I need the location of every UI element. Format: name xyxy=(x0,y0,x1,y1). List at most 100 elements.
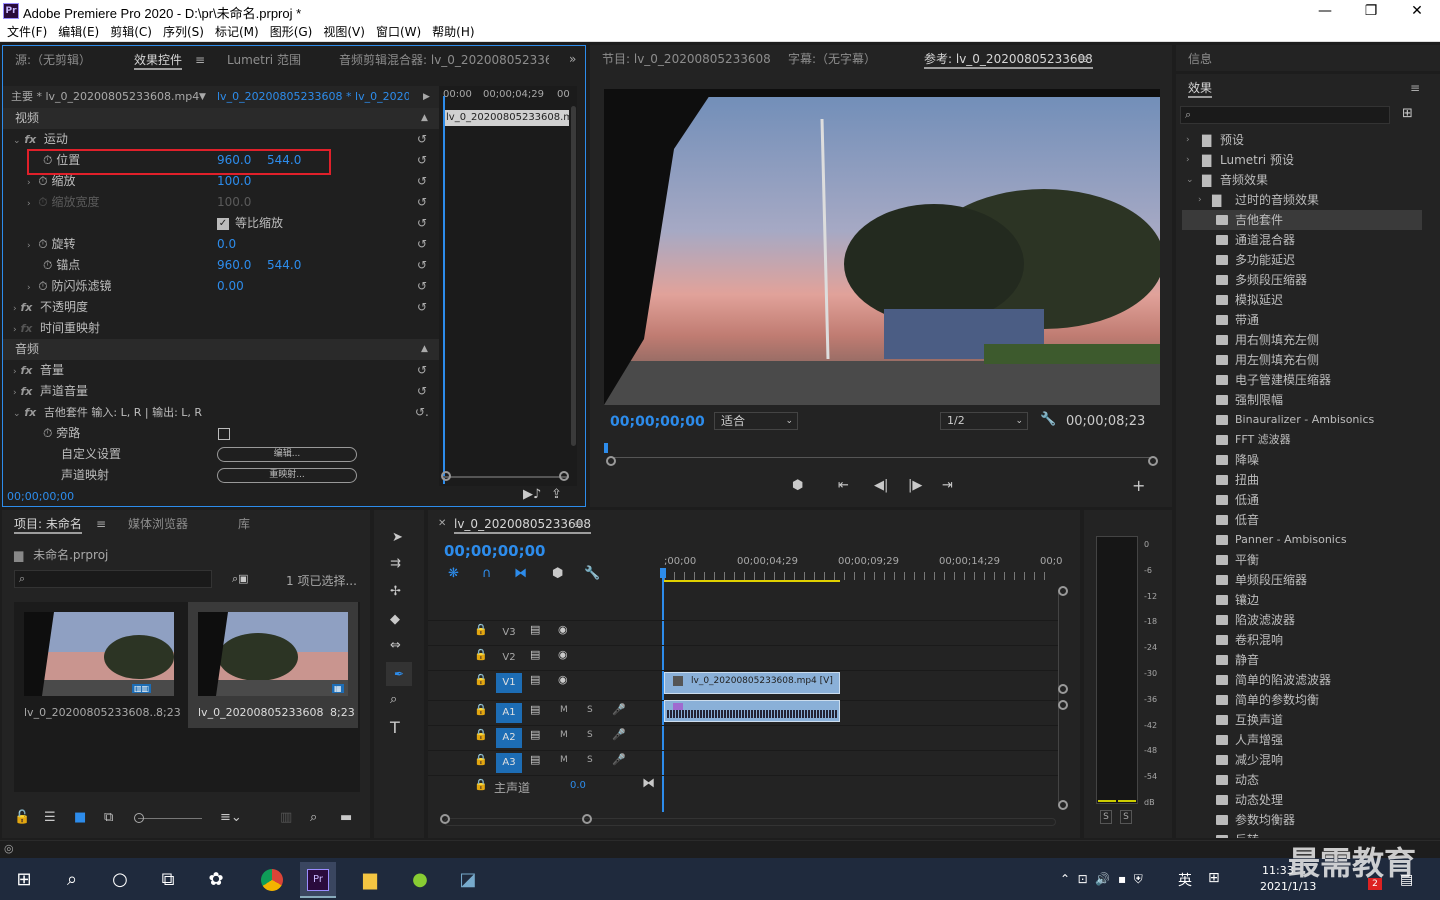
sync-lock-icon[interactable]: ▤ xyxy=(530,648,540,661)
sequence-clip-link[interactable]: lv_0_20200805233608 * lv_0_20200... xyxy=(217,86,409,108)
zoom-handle-left[interactable] xyxy=(606,456,616,466)
pinwheel-app-icon[interactable]: ✿ xyxy=(198,862,234,898)
anchor-x-value[interactable]: 960.0 xyxy=(217,255,251,276)
automate-icon[interactable]: ▥ xyxy=(280,810,292,825)
effect-item[interactable]: 反转 xyxy=(1182,830,1422,838)
lock-icon[interactable]: 🔒 xyxy=(474,623,488,636)
icon-view-icon[interactable]: ■ xyxy=(74,810,86,825)
timeline-hscroll[interactable] xyxy=(444,818,1056,826)
tab-lumetri-scopes[interactable]: Lumetri 范围 xyxy=(227,46,301,74)
video-clip-v1[interactable]: lv_0_20200805233608.mp4 [V] xyxy=(664,672,840,694)
sync-lock-icon[interactable]: ▤ xyxy=(530,728,540,741)
mute-button[interactable]: M xyxy=(560,730,568,740)
wrench-icon[interactable]: 🔧 xyxy=(1040,412,1056,427)
effect-item[interactable]: 多功能延迟 xyxy=(1182,250,1422,270)
flicker-row[interactable]: › ⏱ 防闪烁滤镜 0.00 ↺ xyxy=(3,276,439,297)
opacity-row[interactable]: › fx 不透明度 ↺ xyxy=(3,297,439,318)
pen-tool-icon[interactable]: ✒ xyxy=(386,662,412,686)
uniform-scale-checkbox[interactable]: ✓ xyxy=(217,218,229,230)
microphone-icon[interactable]: 🎤 xyxy=(612,753,626,766)
effect-item[interactable]: Binauralizer - Ambisonics xyxy=(1182,410,1422,430)
minimize-button[interactable]: — xyxy=(1302,0,1348,22)
eye-icon[interactable]: ◉ xyxy=(558,648,568,661)
keyboard-icon[interactable]: ⊞ xyxy=(1208,870,1220,886)
menu-graphics[interactable]: 图形(G) xyxy=(266,22,317,42)
file-explorer-icon[interactable]: ▆ xyxy=(352,862,388,898)
menu-sequence[interactable]: 序列(S) xyxy=(159,22,208,42)
panel-menu-icon[interactable]: ≡ xyxy=(1078,52,1088,66)
fit-dropdown[interactable]: 适合 ⌄ xyxy=(714,412,798,430)
solo-left-button[interactable]: S xyxy=(1100,810,1112,824)
sync-lock-icon[interactable]: ▤ xyxy=(530,673,540,686)
tab-libraries[interactable]: 库 xyxy=(238,510,250,538)
effect-item[interactable]: 陷波滤波器 xyxy=(1182,610,1422,630)
go-to-out-icon[interactable]: ⇥ xyxy=(942,478,953,493)
zoom-handle-mid2[interactable] xyxy=(1058,700,1068,710)
go-to-in-icon[interactable]: ⇤ xyxy=(838,478,849,493)
ec-scrollbar[interactable] xyxy=(571,106,576,446)
sync-lock-icon[interactable]: ▤ xyxy=(530,753,540,766)
channel-volume-row[interactable]: › fx 声道音量 ↺ xyxy=(3,381,439,402)
track-target-button[interactable]: V2 xyxy=(496,648,522,668)
snap-magnet-icon[interactable]: ∩ xyxy=(482,566,492,581)
bypass-checkbox[interactable] xyxy=(218,428,230,440)
lock-icon[interactable]: 🔒 xyxy=(474,753,488,766)
add-marker-icon[interactable]: ⬢ xyxy=(552,566,563,581)
solo-button[interactable]: S xyxy=(587,755,593,765)
sync-lock-icon[interactable]: ▤ xyxy=(530,623,540,636)
ruler-ticks[interactable] xyxy=(664,572,1054,580)
effect-item[interactable]: 简单的陷波滤波器 xyxy=(1182,670,1422,690)
type-tool-icon[interactable]: T xyxy=(390,718,400,737)
effect-item[interactable]: 用右侧填充左侧 xyxy=(1182,330,1422,350)
watermelon-app-icon[interactable]: ● xyxy=(402,862,438,898)
find-icon[interactable]: ⌕ xyxy=(310,810,317,825)
thumb-size-slider[interactable] xyxy=(138,818,202,819)
time-remap-row[interactable]: › fx 时间重映射 xyxy=(3,318,439,339)
tab-effects[interactable]: 效果 xyxy=(1188,74,1213,102)
lock-icon[interactable]: 🔒 xyxy=(474,673,488,686)
tab-audio-clip-mixer[interactable]: 音频剪辑混合器: lv_0_20200805233608 xyxy=(339,46,549,74)
folder-audio-effects[interactable]: ⌄ ▇ 音频效果 xyxy=(1182,170,1422,190)
menu-marker[interactable]: 标记(M) xyxy=(211,22,263,42)
slip-tool-icon[interactable]: ⇔ xyxy=(390,638,401,653)
close-button[interactable]: ✕ xyxy=(1394,0,1440,22)
rotation-row[interactable]: › ⏱ 旋转 0.0 ↺ xyxy=(3,234,439,255)
zoom-handle-left[interactable] xyxy=(441,471,451,481)
solo-right-button[interactable]: S xyxy=(1120,810,1132,824)
scale-value[interactable]: 100.0 xyxy=(217,171,251,192)
effect-item[interactable]: 模拟延迟 xyxy=(1182,290,1422,310)
search-icon[interactable]: ⌕ xyxy=(54,862,90,898)
volume-row[interactable]: › fx 音量 ↺ xyxy=(3,360,439,381)
motion-row[interactable]: ⌄ fx 运动 ↺ xyxy=(3,129,439,150)
more-tabs-icon[interactable]: » xyxy=(569,52,576,66)
effect-item[interactable]: 低通 xyxy=(1182,490,1422,510)
anchor-y-value[interactable]: 544.0 xyxy=(267,255,301,276)
audio-clip-a1[interactable] xyxy=(664,700,840,722)
effect-item[interactable]: 镶边 xyxy=(1182,590,1422,610)
panel-menu-icon[interactable]: ≡ xyxy=(195,53,205,67)
lock-icon[interactable]: 🔒 xyxy=(474,648,488,661)
effect-item[interactable]: 静音 xyxy=(1182,650,1422,670)
zoom-handle-right[interactable] xyxy=(582,814,592,824)
add-marker-icon[interactable]: ⬢ xyxy=(792,478,803,493)
ec-clip-bar[interactable]: lv_0_20200805233608.m xyxy=(443,110,569,126)
button-editor-plus-icon[interactable]: + xyxy=(1132,476,1145,495)
menu-edit[interactable]: 编辑(E) xyxy=(54,22,103,42)
effect-item[interactable]: 通道混合器 xyxy=(1182,230,1422,250)
effect-item[interactable]: 卷积混响 xyxy=(1182,630,1422,650)
step-back-icon[interactable]: ◀| xyxy=(874,478,888,493)
slider-handle[interactable] xyxy=(134,813,144,823)
program-scrubber[interactable] xyxy=(610,457,1152,458)
premiere-taskbar-icon[interactable]: Pr xyxy=(300,862,336,898)
zoom-handle-right[interactable] xyxy=(1148,456,1158,466)
hand-tool-icon[interactable]: ⌕ xyxy=(390,692,397,707)
anchor-row[interactable]: ⏱ 锚点 960.0 544.0 ↺ xyxy=(3,255,439,276)
effect-item[interactable]: 平衡 xyxy=(1182,550,1422,570)
new-bin-icon[interactable]: ⊞ xyxy=(1402,106,1413,121)
master-clip-label[interactable]: 主要 * lv_0_20200805233608.mp4 xyxy=(11,86,199,108)
track-target-button[interactable]: A1 xyxy=(496,703,522,723)
wrench-icon[interactable]: 🔧 xyxy=(584,566,600,581)
razor-tool-icon[interactable]: ◆ xyxy=(390,612,400,627)
task-view-icon[interactable]: ⧉ xyxy=(150,862,186,898)
effect-item[interactable]: 减少混响 xyxy=(1182,750,1422,770)
